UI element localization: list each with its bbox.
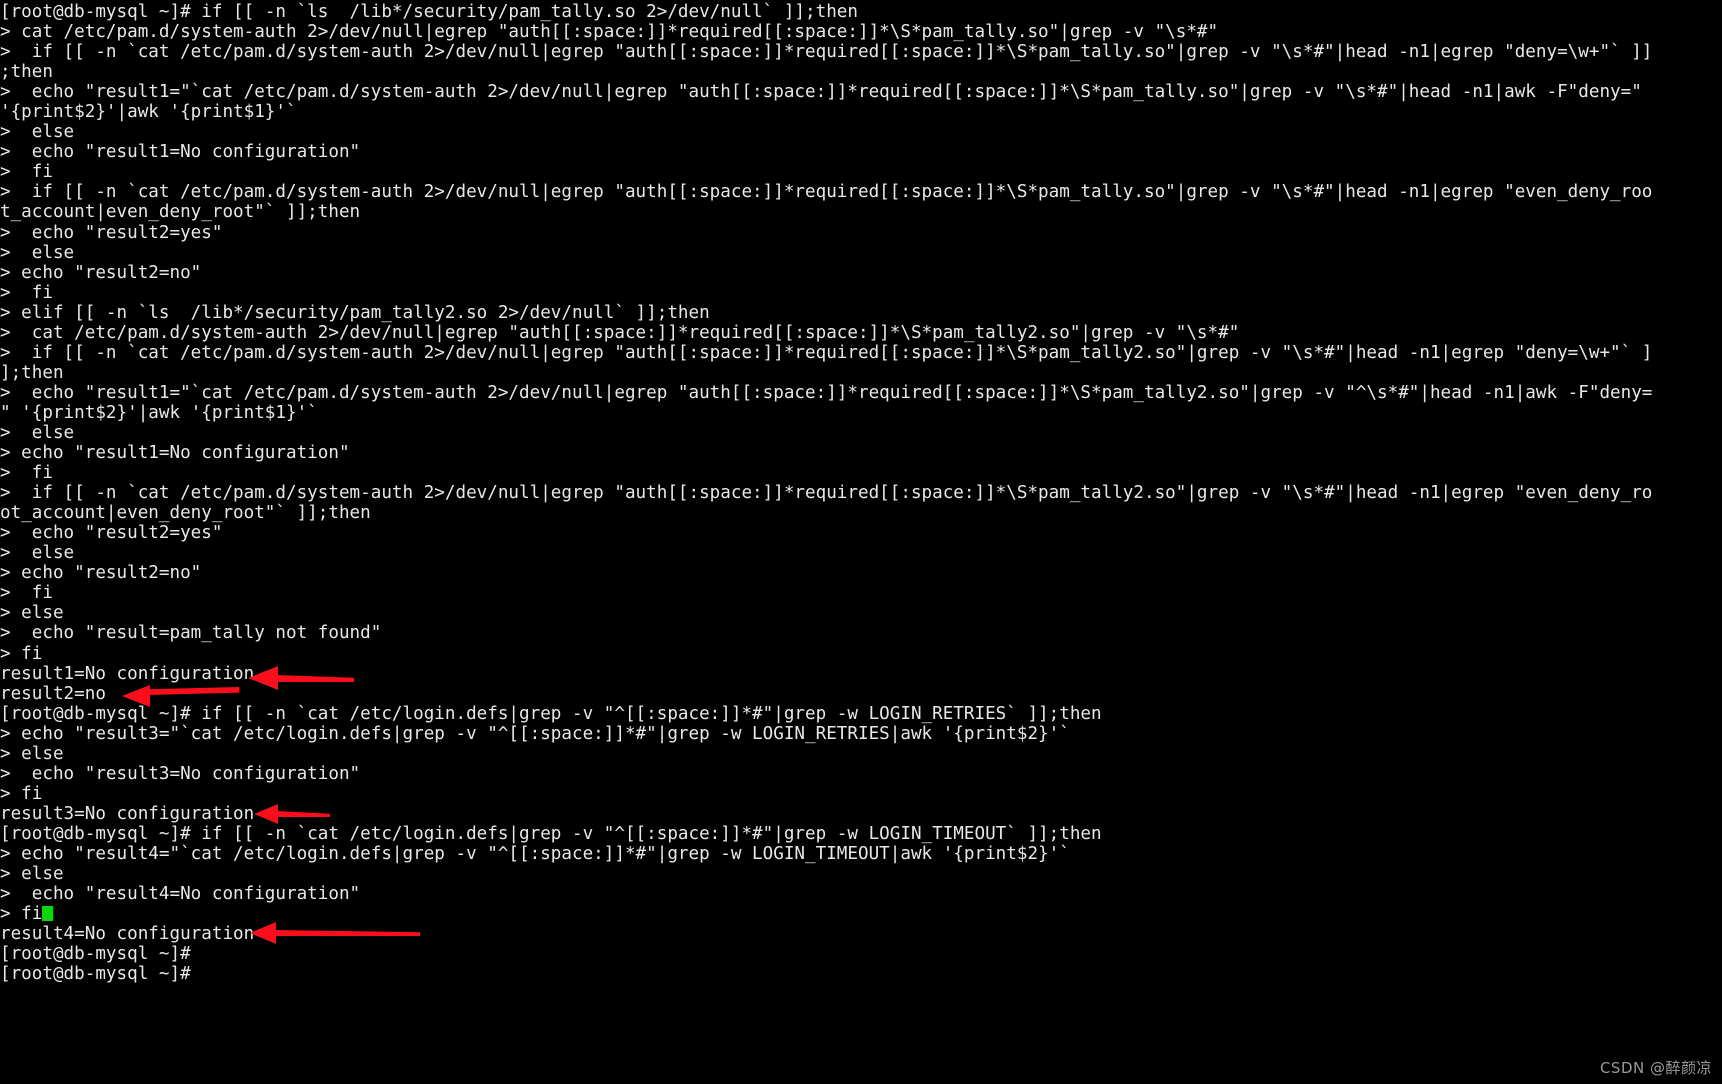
terminal-line: > else [0, 242, 75, 263]
terminal-line: > if [[ -n `cat /etc/pam.d/system-auth 2… [0, 483, 1653, 504]
terminal-line: > echo "result4=No configuration" [0, 884, 361, 905]
terminal-line: [root@db-mysql ~]# if [[ -n `ls /lib*/se… [0, 2, 858, 22]
terminal-line: > elif [[ -n `ls /lib*/security/pam_tall… [0, 302, 710, 323]
terminal-line: > fi [0, 162, 53, 183]
terminal-line: [root@db-mysql ~]# if [[ -n `cat /etc/lo… [0, 703, 1102, 724]
terminal-line: ;then [0, 62, 53, 83]
terminal-line: > echo "result1="`cat /etc/pam.d/system-… [0, 82, 1642, 103]
terminal-line: > fi [0, 463, 53, 484]
terminal-line: '{print$2}'|awk '{print$1}'` [0, 102, 297, 123]
terminal-line: > echo "result2=no" [0, 563, 202, 584]
terminal-line: result2=no [0, 683, 106, 704]
terminal-line: > echo "result3=No configuration" [0, 763, 361, 784]
terminal-line: > echo "result2=yes" [0, 523, 223, 544]
terminal-line: " '{print$2}'|awk '{print$1}'` [0, 402, 318, 423]
terminal-line: > else [0, 543, 75, 564]
terminal-line: > echo "result1=No configuration" [0, 142, 361, 163]
terminal-line: > echo "result3="`cat /etc/login.defs|gr… [0, 723, 1070, 744]
terminal-line: > else [0, 743, 64, 764]
terminal-line: > echo "result2=no" [0, 262, 202, 283]
terminal-line: [root@db-mysql ~]# [0, 964, 202, 985]
terminal-window[interactable]: [root@db-mysql ~]# if [[ -n `ls /lib*/se… [0, 0, 1722, 1084]
terminal-line: [root@db-mysql ~]# [0, 944, 191, 965]
terminal-line: > else [0, 422, 75, 443]
terminal-line: > else [0, 864, 64, 885]
terminal-line: > fi [0, 904, 1722, 924]
terminal-line: > if [[ -n `cat /etc/pam.d/system-auth 2… [0, 342, 1653, 363]
terminal-line: ];then [0, 362, 64, 383]
terminal-line: t_account|even_deny_root"` ]];then [0, 202, 361, 223]
csdn-watermark: CSDN @醉颜凉 [1599, 1058, 1712, 1077]
terminal-line: > if [[ -n `cat /etc/pam.d/system-auth 2… [0, 182, 1653, 203]
terminal-line: ot_account|even_deny_root"` ]];then [0, 503, 371, 524]
terminal-line: result1=No configuration [0, 663, 255, 684]
terminal-line: > echo "result4="`cat /etc/login.defs|gr… [0, 843, 1070, 864]
terminal-line: > fi [0, 282, 53, 303]
terminal-line: > echo "result1="`cat /etc/pam.d/system-… [0, 382, 1653, 403]
terminal-line: > else [0, 603, 64, 624]
terminal-line: > fi [0, 583, 53, 604]
terminal-line: result4=No configuration [0, 924, 255, 945]
terminal-line: [root@db-mysql ~]# if [[ -n `cat /etc/lo… [0, 823, 1102, 844]
terminal-line: > echo "result2=yes" [0, 222, 223, 243]
terminal-line: > echo "result=pam_tally not found" [0, 623, 382, 644]
terminal-line: > fi [0, 783, 43, 804]
terminal-line: result3=No configuration [0, 803, 255, 824]
text-cursor [42, 906, 53, 922]
terminal-line: > fi [0, 643, 43, 664]
terminal-line: > cat /etc/pam.d/system-auth 2>/dev/null… [0, 322, 1240, 343]
terminal-line: > cat /etc/pam.d/system-auth 2>/dev/null… [0, 22, 1219, 43]
terminal-line: > else [0, 122, 75, 143]
terminal-line: > if [[ -n `cat /etc/pam.d/system-auth 2… [0, 42, 1653, 63]
terminal-output: [root@db-mysql ~]# if [[ -n `ls /lib*/se… [0, 2, 1722, 984]
terminal-line: > echo "result1=No configuration" [0, 443, 350, 464]
